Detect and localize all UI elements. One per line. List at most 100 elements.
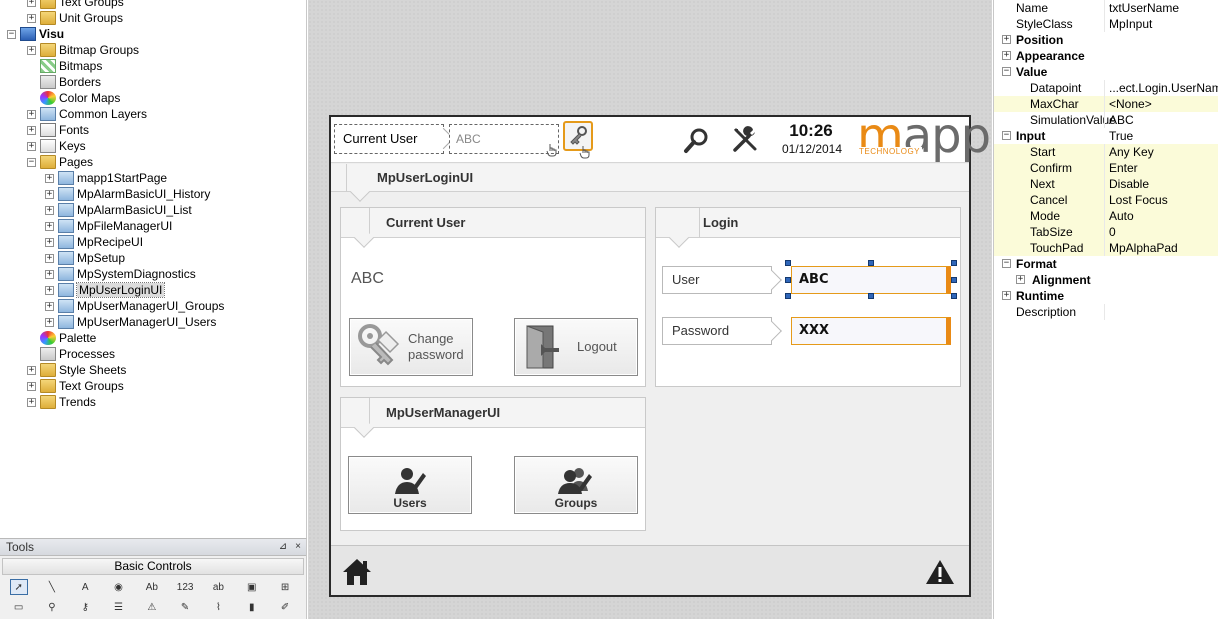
expand-icon[interactable]: + (27, 109, 36, 119)
collapse-icon[interactable]: − (1002, 67, 1011, 76)
selection-handle[interactable] (951, 260, 957, 266)
search-tool-button[interactable]: ⚲ (35, 597, 68, 617)
search-icon[interactable] (683, 126, 711, 154)
pin-icon[interactable]: ⊿ (277, 541, 289, 553)
collapse-icon[interactable]: − (27, 157, 36, 167)
expand-icon[interactable]: + (45, 189, 54, 199)
bar-tool-button[interactable]: ▭ (2, 597, 35, 617)
property-value[interactable]: True (1109, 128, 1218, 144)
tree-item-palette[interactable]: Palette (27, 330, 96, 346)
property-row-value[interactable]: − Value (994, 64, 1218, 80)
tree-item-borders[interactable]: Borders (27, 74, 101, 90)
input-field-tool-button[interactable]: ab (202, 577, 235, 597)
tree-page-mapp1startpage[interactable]: + mapp1StartPage (45, 170, 167, 186)
tree-item-style-sheets[interactable]: + Style Sheets (27, 362, 126, 378)
tree-page-mpsystemdiagnostics[interactable]: + MpSystemDiagnostics (45, 266, 196, 282)
property-value[interactable]: Disable (1109, 176, 1218, 192)
selection-handle[interactable] (951, 293, 957, 299)
password-input[interactable]: XXX (791, 317, 951, 345)
change-password-button[interactable]: Change password (349, 318, 473, 376)
property-row-alignment[interactable]: + Alignment (994, 272, 1218, 288)
tree-item-visu[interactable]: − Visu (7, 26, 64, 42)
property-row-start[interactable]: Start Any Key (994, 144, 1218, 160)
property-row-position[interactable]: + Position (994, 32, 1218, 48)
property-value[interactable]: <None> (1109, 96, 1218, 112)
selection-handle[interactable] (951, 277, 957, 283)
property-value[interactable]: Enter (1109, 160, 1218, 176)
numeric-field-tool-button[interactable]: 123 (168, 577, 201, 597)
text-tool-button[interactable]: A (69, 577, 102, 597)
selection-handle[interactable] (785, 260, 791, 266)
tree-item-pages[interactable]: − Pages (27, 154, 93, 170)
collapse-icon[interactable]: − (1002, 131, 1011, 140)
selection-handle[interactable] (868, 260, 874, 266)
expand-icon[interactable]: + (45, 205, 54, 215)
tree-item-text-groups[interactable]: + Text Groups (27, 0, 124, 10)
gauge-tool-button[interactable]: ▮ (235, 597, 268, 617)
scroll-tool-button[interactable]: ✐ (268, 597, 301, 617)
close-icon[interactable]: × (292, 541, 304, 553)
property-value[interactable]: MpAlphaPad (1109, 240, 1218, 256)
alarm-warning-icon[interactable] (925, 558, 955, 586)
expand-icon[interactable]: + (45, 237, 54, 247)
bitmap-tool-button[interactable]: ▣ (235, 577, 268, 597)
property-row-next[interactable]: Next Disable (994, 176, 1218, 192)
property-row-format[interactable]: − Format (994, 256, 1218, 272)
property-row-maxchar[interactable]: MaxChar <None> (994, 96, 1218, 112)
tree-item-fonts[interactable]: + Fonts (27, 122, 89, 138)
property-row-description[interactable]: Description (994, 304, 1218, 320)
property-row-name[interactable]: Name txtUserName (994, 0, 1218, 16)
collapse-icon[interactable]: − (7, 29, 16, 39)
property-value[interactable]: Lost Focus (1109, 192, 1218, 208)
add-tool-button[interactable]: ⊞ (268, 577, 301, 597)
property-value[interactable]: ...ect.Login.UserName (1109, 80, 1218, 96)
expand-icon[interactable]: + (27, 13, 36, 23)
tree-item-common-layers[interactable]: + Common Layers (27, 106, 147, 122)
property-row-mode[interactable]: Mode Auto (994, 208, 1218, 224)
current-user-header-value[interactable]: ABC (449, 124, 559, 154)
tree-item-text-groups[interactable]: + Text Groups (27, 378, 124, 394)
selection-handle[interactable] (785, 293, 791, 299)
tree-item-color-maps[interactable]: Color Maps (27, 90, 120, 106)
expand-icon[interactable]: + (45, 221, 54, 231)
groups-button[interactable]: Groups (514, 456, 638, 514)
collapse-icon[interactable]: − (1002, 259, 1011, 268)
selection-handle[interactable] (868, 293, 874, 299)
alarm-tool-button[interactable]: ⚠ (135, 597, 168, 617)
property-value[interactable]: ABC (1109, 112, 1218, 128)
property-row-runtime[interactable]: + Runtime (994, 288, 1218, 304)
property-row-cancel[interactable]: Cancel Lost Focus (994, 192, 1218, 208)
logout-button[interactable]: Logout (514, 318, 638, 376)
edit-tool-button[interactable]: ✎ (168, 597, 201, 617)
expand-icon[interactable]: + (27, 0, 36, 7)
property-grid[interactable]: Name txtUserName StyleClass MpInput + Positio… (993, 0, 1218, 619)
tree-page-mpalarmbasicui_history[interactable]: + MpAlarmBasicUI_History (45, 186, 210, 202)
design-canvas[interactable]: Current User ABC 10:26 01/12/2014 mapp T… (308, 0, 992, 619)
expand-icon[interactable]: + (27, 141, 36, 151)
selection-handle[interactable] (785, 277, 791, 283)
property-row-input[interactable]: − Input True (994, 128, 1218, 144)
tree-item-keys[interactable]: + Keys (27, 138, 86, 154)
property-row-simulationvalue[interactable]: SimulationValue ABC (994, 112, 1218, 128)
expand-icon[interactable]: + (45, 173, 54, 183)
tree-page-mpusermanagerui_groups[interactable]: + MpUserManagerUI_Groups (45, 298, 224, 314)
property-row-datapoint[interactable]: Datapoint ...ect.Login.UserName (994, 80, 1218, 96)
users-button[interactable]: Users (348, 456, 472, 514)
property-value[interactable]: txtUserName (1109, 0, 1218, 16)
tree-page-mpuserloginui[interactable]: + MpUserLoginUI (45, 282, 166, 298)
property-row-tabsize[interactable]: TabSize 0 (994, 224, 1218, 240)
home-icon[interactable] (341, 556, 373, 588)
expand-icon[interactable]: + (45, 317, 54, 327)
shape-tool-button[interactable]: ◉ (102, 577, 135, 597)
property-row-appearance[interactable]: + Appearance (994, 48, 1218, 64)
expand-icon[interactable]: + (1002, 291, 1011, 300)
property-value[interactable]: MpInput (1109, 16, 1218, 32)
tree-page-mpusermanagerui_users[interactable]: + MpUserManagerUI_Users (45, 314, 216, 330)
expand-icon[interactable]: + (45, 269, 54, 279)
property-row-touchpad[interactable]: TouchPad MpAlphaPad (994, 240, 1218, 256)
property-row-styleclass[interactable]: StyleClass MpInput (994, 16, 1218, 32)
expand-icon[interactable]: + (1016, 275, 1025, 284)
expand-icon[interactable]: + (45, 285, 54, 295)
expand-icon[interactable]: + (27, 365, 36, 375)
tree-page-mprecipeui[interactable]: + MpRecipeUI (45, 234, 143, 250)
